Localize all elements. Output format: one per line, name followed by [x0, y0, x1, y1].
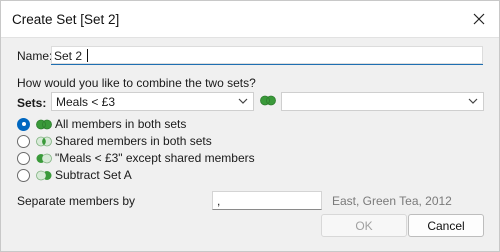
create-set-dialog: Create Set [Set 2] Name: Set 2 How would…	[0, 0, 500, 252]
sets-label: Sets:	[17, 96, 47, 110]
name-input[interactable]: Set 2	[51, 46, 483, 65]
dialog-title: Create Set [Set 2]	[12, 12, 120, 27]
option-subtract-set-a[interactable]: Subtract Set A	[17, 167, 132, 183]
radio-subtract-set-a[interactable]	[17, 168, 30, 182]
chevron-down-icon	[468, 98, 478, 104]
close-icon[interactable]	[473, 13, 485, 25]
name-label: Name:	[17, 49, 53, 63]
title-bar: Create Set [Set 2]	[1, 1, 499, 37]
separator-input[interactable]: ,	[212, 191, 322, 210]
option-label: Shared members in both sets	[55, 134, 212, 148]
option-all-members[interactable]: All members in both sets	[17, 116, 186, 132]
cancel-button[interactable]: Cancel	[408, 214, 484, 237]
name-input-value: Set 2	[54, 49, 83, 63]
ok-button[interactable]: OK	[321, 214, 407, 237]
venn-left-except-icon	[36, 153, 52, 163]
close-button[interactable]	[465, 5, 493, 33]
venn-union-icon	[260, 95, 276, 106]
option-label: "Meals < £3" except shared members	[55, 151, 255, 165]
set-a-dropdown[interactable]: Meals < £3	[51, 92, 254, 111]
venn-right-except-icon	[36, 170, 52, 180]
radio-shared-members[interactable]	[17, 134, 30, 148]
set-b-dropdown[interactable]	[281, 92, 484, 111]
set-a-value: Meals < £3	[56, 95, 116, 109]
venn-intersection-icon	[36, 136, 52, 146]
option-except-shared[interactable]: "Meals < £3" except shared members	[17, 150, 255, 166]
option-label: Subtract Set A	[55, 168, 132, 182]
radio-all-members[interactable]	[17, 117, 30, 131]
dialog-content: Name: Set 2 How would you like to combin…	[1, 37, 499, 251]
venn-union-icon	[36, 119, 52, 129]
chevron-down-icon	[238, 98, 248, 104]
option-label: All members in both sets	[55, 117, 187, 131]
text-caret	[87, 49, 88, 62]
separator-label: Separate members by	[17, 194, 136, 208]
combine-question: How would you like to combine the two se…	[17, 76, 256, 90]
option-shared-members[interactable]: Shared members in both sets	[17, 133, 212, 149]
separator-value: ,	[217, 194, 221, 208]
radio-except-shared[interactable]	[17, 151, 30, 165]
separator-example: East, Green Tea, 2012	[332, 194, 452, 208]
